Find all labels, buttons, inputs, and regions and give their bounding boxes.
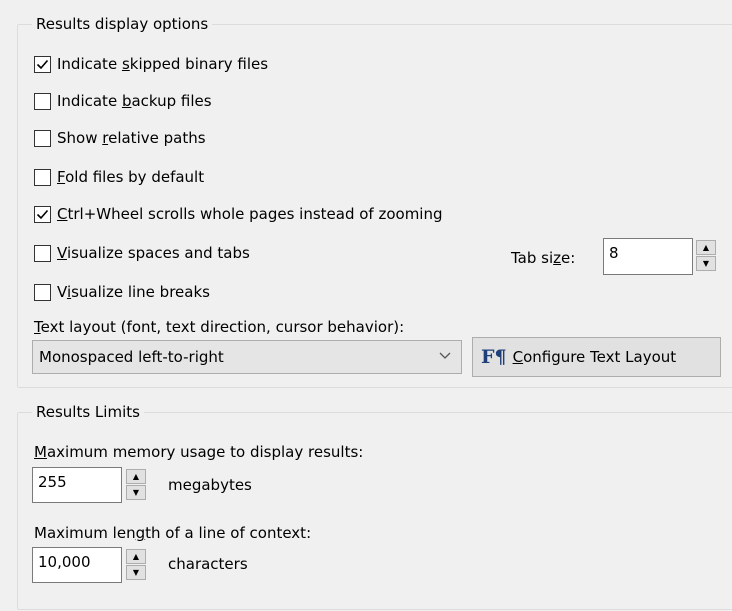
configure-text-layout-button[interactable]: F¶ Configure Text Layout	[472, 337, 721, 377]
memory-input[interactable]: 255	[32, 467, 122, 503]
tab-size-label: Tab size:	[511, 249, 576, 267]
spin-up-icon[interactable]: ▲	[126, 469, 146, 484]
spin-up-icon[interactable]: ▲	[126, 549, 146, 564]
option-label: Show relative paths	[57, 129, 206, 147]
checkbox[interactable]	[34, 92, 51, 110]
checkbox[interactable]	[34, 283, 51, 301]
option-visualize-line-breaks[interactable]: Visualize line breaks	[34, 281, 210, 303]
text-layout-icon: F¶	[481, 346, 507, 368]
option-label: Ctrl+Wheel scrolls whole pages instead o…	[57, 205, 443, 223]
text-layout-selected: Monospaced left-to-right	[39, 348, 224, 366]
text-layout-select[interactable]: Monospaced left-to-right	[32, 340, 462, 374]
tab-size-input[interactable]: 8	[603, 238, 693, 275]
option-label: Indicate skipped binary files	[57, 55, 269, 73]
chevron-down-icon	[439, 352, 451, 359]
spin-up-icon[interactable]: ▲	[696, 240, 716, 255]
option-fold-files[interactable]: Fold files by default	[34, 166, 204, 188]
results-limits-group	[17, 412, 732, 610]
option-ctrl-wheel[interactable]: Ctrl+Wheel scrolls whole pages instead o…	[34, 203, 443, 225]
option-visualize-spaces[interactable]: Visualize spaces and tabs	[34, 242, 250, 264]
option-indicate-skipped-binary[interactable]: Indicate skipped binary files	[34, 53, 268, 75]
results-limits-title: Results Limits	[32, 403, 144, 421]
option-label: Indicate backup files	[57, 92, 212, 110]
option-label: Fold files by default	[57, 168, 205, 186]
line-length-label: Maximum length of a line of context:	[34, 524, 312, 542]
spin-down-icon[interactable]: ▼	[126, 565, 146, 580]
memory-unit: megabytes	[168, 476, 252, 494]
line-length-stepper[interactable]: ▲ ▼	[126, 549, 146, 580]
memory-label: Maximum memory usage to display results:	[34, 443, 364, 461]
checkbox[interactable]	[34, 129, 51, 147]
checkbox[interactable]	[34, 168, 51, 186]
spin-down-icon[interactable]: ▼	[696, 256, 716, 271]
checkbox[interactable]	[34, 244, 51, 262]
configure-button-label: Configure Text Layout	[512, 348, 677, 366]
memory-stepper[interactable]: ▲ ▼	[126, 469, 146, 500]
option-indicate-backup[interactable]: Indicate backup files	[34, 90, 212, 112]
results-display-title: Results display options	[32, 15, 213, 33]
tab-size-stepper[interactable]: ▲ ▼	[696, 240, 716, 271]
line-length-unit: characters	[168, 555, 248, 573]
checkbox[interactable]	[34, 205, 51, 223]
spin-down-icon[interactable]: ▼	[126, 485, 146, 500]
checkbox[interactable]	[34, 55, 51, 73]
line-length-input[interactable]: 10,000	[32, 547, 122, 583]
option-label: Visualize line breaks	[57, 283, 210, 301]
text-layout-label: Text layout (font, text direction, curso…	[34, 318, 405, 336]
option-label: Visualize spaces and tabs	[57, 244, 250, 262]
option-show-relative-paths[interactable]: Show relative paths	[34, 127, 206, 149]
